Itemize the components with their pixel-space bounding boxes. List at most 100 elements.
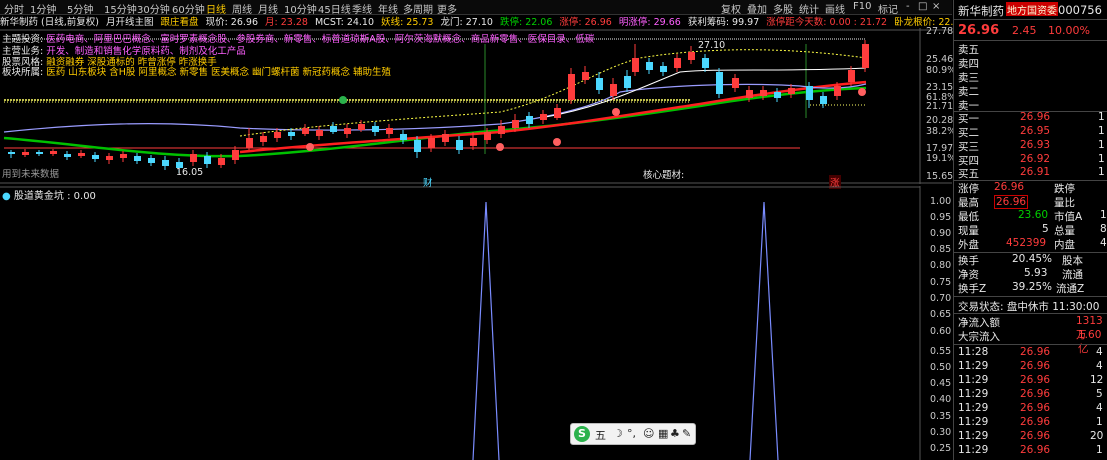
candle: [820, 96, 827, 104]
lower-panel-title-text: 股道黄金坑 : 0.00: [13, 191, 96, 202]
candle: [204, 156, 211, 164]
axis-label: 20.28: [926, 115, 954, 126]
ma-red-line: [239, 80, 867, 154]
stat-row: 涨停 26.96 跌停: [958, 181, 1075, 195]
candle: [64, 154, 71, 157]
candle: [498, 126, 505, 134]
candle: [632, 58, 639, 72]
candle: [512, 120, 519, 128]
candle: [554, 108, 561, 118]
axis-label: 0.90: [930, 228, 952, 239]
bid-row[interactable]: 买四 26.92 1: [958, 153, 1106, 167]
tick-row: 11:29 26.96 1: [958, 416, 1103, 428]
minimize-button[interactable]: -: [906, 1, 910, 12]
maximize-button[interactable]: □: [918, 1, 927, 12]
bid-row[interactable]: 买三 26.93 1: [958, 139, 1106, 153]
tick-row: 11:29 26.96 1: [958, 444, 1103, 456]
peak-price-label: 27.10: [698, 40, 726, 51]
candle: [330, 126, 337, 132]
candle: [8, 152, 15, 154]
low-price-label: 16.05: [176, 167, 204, 178]
candle: [218, 158, 225, 165]
signal-dot-icon-2: [496, 143, 504, 151]
candle: [862, 44, 869, 68]
stock-code: 000756: [1058, 3, 1102, 17]
moon-icon[interactable]: ☽: [613, 427, 623, 440]
tick-row: 11:29 26.96 4: [958, 402, 1103, 414]
candle: [540, 114, 547, 120]
axis-label: 0.65: [930, 309, 952, 320]
candle: [526, 116, 533, 124]
candle: [246, 138, 253, 148]
tick-row: 11:29 26.96 12: [958, 374, 1104, 386]
axis-label: 0.35: [930, 411, 952, 422]
axis-label: 0.70: [930, 293, 952, 304]
candle: [596, 78, 603, 90]
zhangting-value: 涨停: 26.96: [559, 17, 612, 28]
mingzhangting-value: 明涨停: 29.66: [618, 17, 681, 28]
candle: [688, 52, 695, 60]
follow-label: 跟庄看盘: [160, 17, 199, 28]
signal-spike: [472, 201, 500, 460]
bid-row[interactable]: 买五 26.91 1: [958, 166, 1106, 180]
axis-label: 0.75: [930, 277, 952, 288]
candle: [414, 140, 421, 152]
candle: [386, 128, 393, 134]
buy-marker-icon: [339, 96, 347, 104]
bid-row[interactable]: 买一 26.96 1: [958, 111, 1106, 125]
flow-row: 大宗流入 1.60亿: [958, 329, 1102, 355]
indicator-info-line: 新华制药 (日线,前复权) 月开线主图 跟庄看盘 现价: 26.96 月: 23…: [0, 14, 966, 28]
candle: [92, 155, 99, 159]
axis-label: 0.60: [930, 326, 952, 337]
smile-icon[interactable]: ☺: [643, 427, 654, 440]
skin-icon[interactable]: ♣: [670, 427, 680, 440]
longmen-value: 龙门: 27.10: [440, 17, 493, 28]
f10-button[interactable]: F10: [853, 1, 871, 12]
ask-2-label: 卖二: [958, 86, 979, 98]
indicator-name[interactable]: 月开线主图: [106, 17, 154, 28]
close-button[interactable]: ×: [932, 1, 940, 12]
signal-dot-icon-3: [553, 138, 561, 146]
candle: [288, 132, 295, 136]
future-data-label: 用到未来数据: [2, 169, 60, 180]
ime-toolbar[interactable]: S 五 ☽ °, ☺ ▦ ♣ ✎: [570, 423, 696, 445]
ask-4-label: 卖四: [958, 58, 979, 70]
candle: [760, 90, 767, 96]
stat-row: 最高 26.96 量比: [958, 195, 1075, 209]
sector-row: 板块所属: 医药 山东板块 含H股 阿里概念 新零售 医美概念 幽门螺杆菌 新冠…: [2, 64, 391, 78]
candle: [36, 152, 43, 154]
gold-pit-indicator-chart[interactable]: [0, 186, 952, 460]
punctuation-icon[interactable]: °,: [627, 427, 636, 440]
candle: [834, 86, 841, 96]
axis-label: 0.80: [930, 260, 952, 271]
sector-title: 板块所属:: [2, 67, 44, 78]
wrench-icon[interactable]: ✎: [682, 427, 691, 440]
candle: [344, 128, 351, 134]
dieting-value: 跌停: 22.06: [499, 17, 553, 28]
candle: [702, 58, 709, 68]
ma-blue-line: [3, 83, 867, 133]
candle: [646, 62, 653, 70]
axis-label: 21.71: [926, 101, 954, 112]
ask-5-label: 卖五: [958, 44, 979, 56]
stat-row: 现量 5 总量 8: [958, 223, 1107, 237]
mcst-value: MCST: 24.10: [314, 17, 375, 28]
candle: [806, 86, 813, 100]
sogou-logo-icon[interactable]: S: [574, 426, 590, 442]
trade-status: 交易状态: 盘中休市 11:30:00: [958, 301, 1100, 313]
tick-row: 11:29 26.96 4: [958, 360, 1103, 372]
ime-mode-label[interactable]: 五: [595, 427, 606, 443]
candle: [428, 138, 435, 148]
settings-icon[interactable]: ●: [2, 191, 11, 202]
stat2-row: 换手 20.45% 股本: [958, 253, 1083, 267]
sector-value: 医药 山东板块 含H股 阿里概念 新零售 医美概念 幽门螺杆菌 新冠药概念 辅助…: [46, 67, 392, 78]
axis-label: 15.65: [926, 171, 954, 182]
bid-row[interactable]: 买二 26.95 1: [958, 125, 1106, 139]
candle: [582, 72, 589, 80]
axis-label: 25.46: [926, 54, 954, 65]
signal-spike-2: [749, 201, 779, 460]
quote-panel: 新华制药 地方国资委 000756 26.96 2.45 10.00% 卖五 卖…: [953, 0, 1107, 460]
keyboard-icon[interactable]: ▦: [658, 427, 668, 440]
candle: [716, 72, 723, 94]
candle: [484, 132, 491, 140]
